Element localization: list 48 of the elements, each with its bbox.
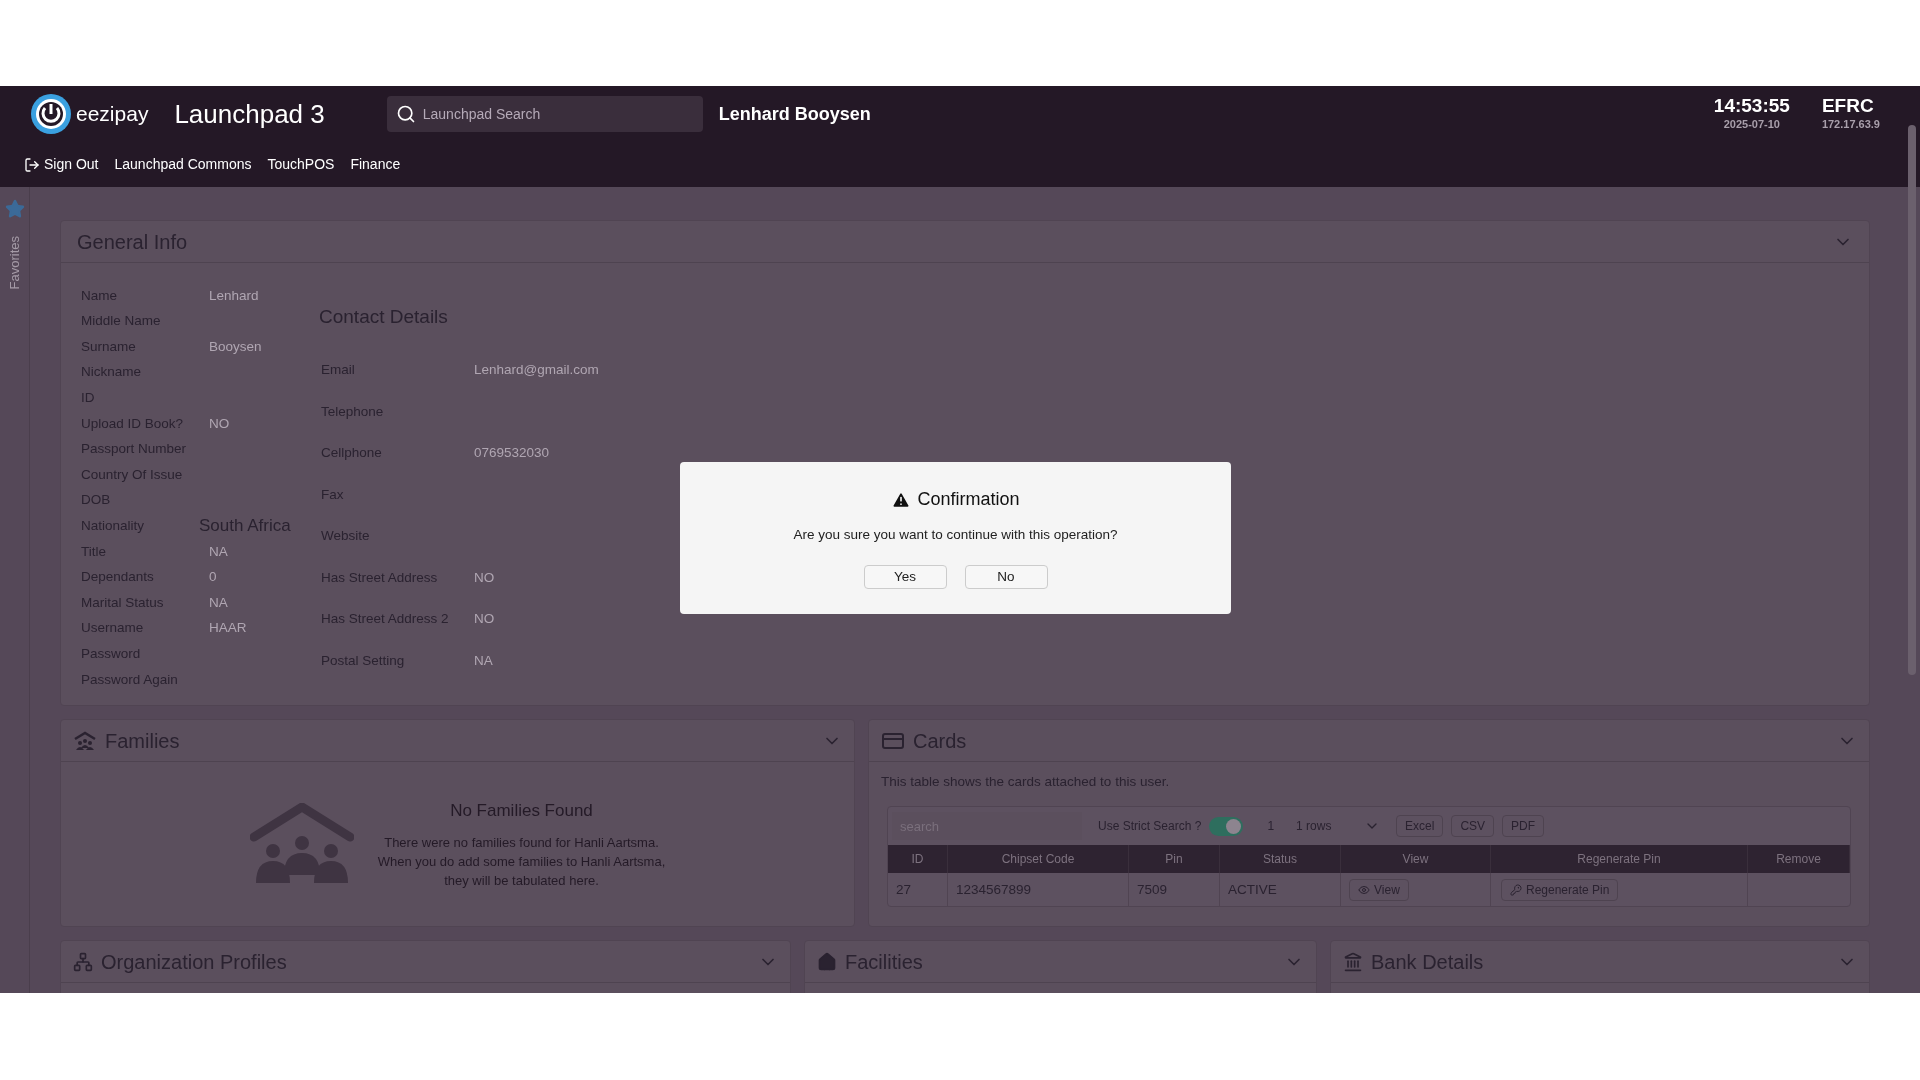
column-header: ID — [888, 845, 948, 874]
dialog-message: Are you sure you want to continue with this operation? — [793, 526, 1118, 544]
dialog-button[interactable]: No — [964, 565, 1048, 590]
bank-icon — [1343, 951, 1363, 972]
family-house-icon — [73, 730, 97, 751]
eye-icon — [1358, 883, 1370, 896]
toggle-switch[interactable] — [1209, 816, 1244, 836]
field-value: NA — [474, 651, 493, 670]
power-logo-icon — [30, 93, 72, 135]
clock-time: 14:53:55 — [1713, 95, 1790, 116]
sign-out-icon — [24, 156, 40, 173]
field-value: NA — [209, 593, 228, 612]
search-icon — [395, 104, 416, 124]
search-field[interactable]: Launchpad Search — [386, 96, 703, 132]
app-title: Launchpad 3 — [174, 97, 325, 131]
nav-link[interactable]: Launchpad Commons — [114, 154, 252, 175]
column-header: Chipset Code — [948, 845, 1129, 874]
field-value: NA — [209, 542, 228, 561]
column-header: Remove — [1748, 845, 1850, 874]
ip-address: 172.17.63.9 — [1821, 116, 1880, 132]
nav-link[interactable]: Finance — [350, 154, 401, 175]
field-value: 0769532030 — [474, 444, 550, 463]
field-value: Lenhard — [209, 286, 259, 305]
field-value: NO — [209, 414, 230, 433]
field-value: Lenhard@gmail.com — [474, 361, 599, 380]
house-icon — [817, 951, 837, 972]
nav-link[interactable]: TouchPOS — [267, 154, 335, 175]
column-header: Status — [1220, 845, 1341, 874]
hierarchy-icon — [73, 951, 93, 972]
star-icon[interactable] — [4, 199, 25, 219]
key-icon — [1510, 883, 1522, 896]
clock-date: 2025-07-10 — [1723, 116, 1780, 132]
field-value: Booysen — [209, 337, 262, 356]
field-value: HAAR — [209, 619, 247, 638]
logo-text: eezipay — [76, 101, 149, 128]
site-code: EFRC — [1821, 95, 1875, 116]
column-header: View — [1341, 845, 1491, 874]
column-header: Regenerate Pin — [1491, 845, 1748, 874]
nav-link[interactable]: Sign Out — [24, 154, 99, 175]
favorites-label[interactable]: Favorites — [4, 236, 25, 290]
user-name: Lenhard Booysen — [718, 102, 871, 126]
dialog-title: Confirmation — [917, 488, 1020, 511]
dialog-button[interactable]: Yes — [863, 565, 947, 590]
scrollbar[interactable] — [1908, 125, 1916, 675]
column-header: Pin — [1129, 845, 1220, 874]
field-value: 0 — [209, 568, 217, 587]
field-value: NO — [474, 568, 495, 587]
field-value: NO — [474, 610, 495, 629]
